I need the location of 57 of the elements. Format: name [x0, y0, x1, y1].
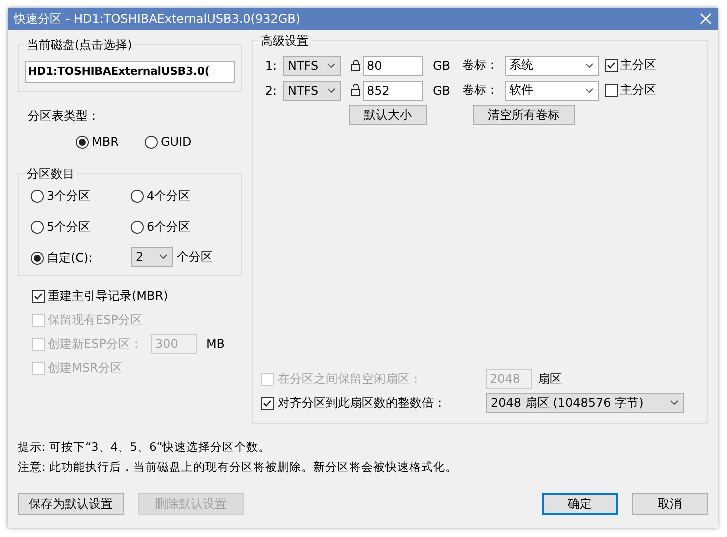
- caret-icon: [327, 62, 336, 68]
- partition-table-label: 分区表类型：: [28, 108, 101, 125]
- caret-icon: [327, 88, 336, 94]
- dialog-button[interactable]: 保存为默认设置: [18, 493, 124, 515]
- hint-text: 提示: 可按下“3、4、5、6”快速选择分区个数。: [18, 440, 272, 455]
- dialog-button[interactable]: 取消: [632, 493, 708, 515]
- close-icon[interactable]: [700, 13, 712, 25]
- radio-option[interactable]: 3个分区: [31, 188, 131, 205]
- disk-field[interactable]: HD1:TOSHIBAExternalUSB3.0(: [25, 61, 235, 83]
- unit-label: GB: [433, 58, 451, 72]
- unlock-icon[interactable]: [351, 84, 361, 97]
- group-title: 当前磁盘(点击选择): [25, 37, 134, 54]
- unit-label: GB: [433, 84, 451, 98]
- checkbox[interactable]: [261, 396, 274, 410]
- radio-option[interactable]: 6个分区: [131, 219, 231, 236]
- checkbox[interactable]: [32, 290, 45, 302]
- option-label: 对齐分区到此扇区数的整数倍：: [278, 394, 447, 412]
- radio-option[interactable]: 4个分区: [131, 188, 231, 205]
- primary-checkbox[interactable]: 主分区: [604, 82, 657, 99]
- action-button[interactable]: 清空所有卷标: [473, 105, 575, 125]
- option-label: 在分区之间保留空闲扇区：: [278, 370, 423, 388]
- partition-index: 1:: [264, 58, 277, 72]
- option-label: 创建MSR分区: [48, 360, 122, 376]
- size-field[interactable]: 852: [363, 80, 423, 100]
- primary-checkbox[interactable]: 主分区: [604, 57, 657, 74]
- partition-index: 2:: [264, 84, 277, 98]
- unit-label: 扇区: [538, 370, 562, 388]
- checkbox[interactable]: [604, 59, 618, 72]
- radio-option[interactable]: 自定(C):: [31, 250, 131, 267]
- volume-label-dropdown[interactable]: 系统: [504, 56, 599, 76]
- option-label: 重建主引导记录(MBR): [48, 288, 168, 304]
- dialog-button[interactable]: 确定: [542, 493, 618, 515]
- filesystem-dropdown[interactable]: NTFS: [283, 80, 341, 100]
- window-title: 快速分区 - HD1:TOSHIBAExternalUSB3.0(932GB): [14, 10, 301, 28]
- volume-label-caption: 卷标：: [462, 82, 499, 99]
- radio-option[interactable]: GUID: [144, 135, 192, 149]
- hint-text: 注意: 此功能执行后，当前磁盘上的现有分区将被删除。新分区将会被快速格式化。: [18, 460, 459, 475]
- caret-icon: [584, 88, 594, 94]
- radio-option[interactable]: 5个分区: [31, 219, 131, 236]
- filesystem-dropdown[interactable]: NTFS: [283, 56, 341, 76]
- caret-icon: [584, 62, 594, 68]
- group-title: 分区数目: [25, 166, 77, 183]
- count-suffix: 个分区: [177, 248, 213, 266]
- lock-icon[interactable]: [351, 59, 361, 72]
- radio-option[interactable]: MBR: [76, 135, 119, 149]
- alignment-dropdown[interactable]: 2048 扇区 (1048576 字节): [486, 393, 684, 413]
- caret-icon: [670, 400, 679, 406]
- checkbox[interactable]: [604, 84, 618, 97]
- option-label: 创建新ESP分区：: [48, 336, 142, 352]
- count-dropdown[interactable]: 2: [131, 247, 173, 267]
- action-button[interactable]: 默认大小: [349, 105, 427, 125]
- option-label: 保留现有ESP分区: [48, 312, 142, 328]
- volume-label-dropdown[interactable]: 软件: [504, 80, 599, 100]
- volume-label-caption: 卷标：: [462, 57, 499, 74]
- caret-icon: [159, 254, 168, 260]
- unit-label: MB: [206, 337, 226, 351]
- size-field[interactable]: 80: [363, 56, 423, 76]
